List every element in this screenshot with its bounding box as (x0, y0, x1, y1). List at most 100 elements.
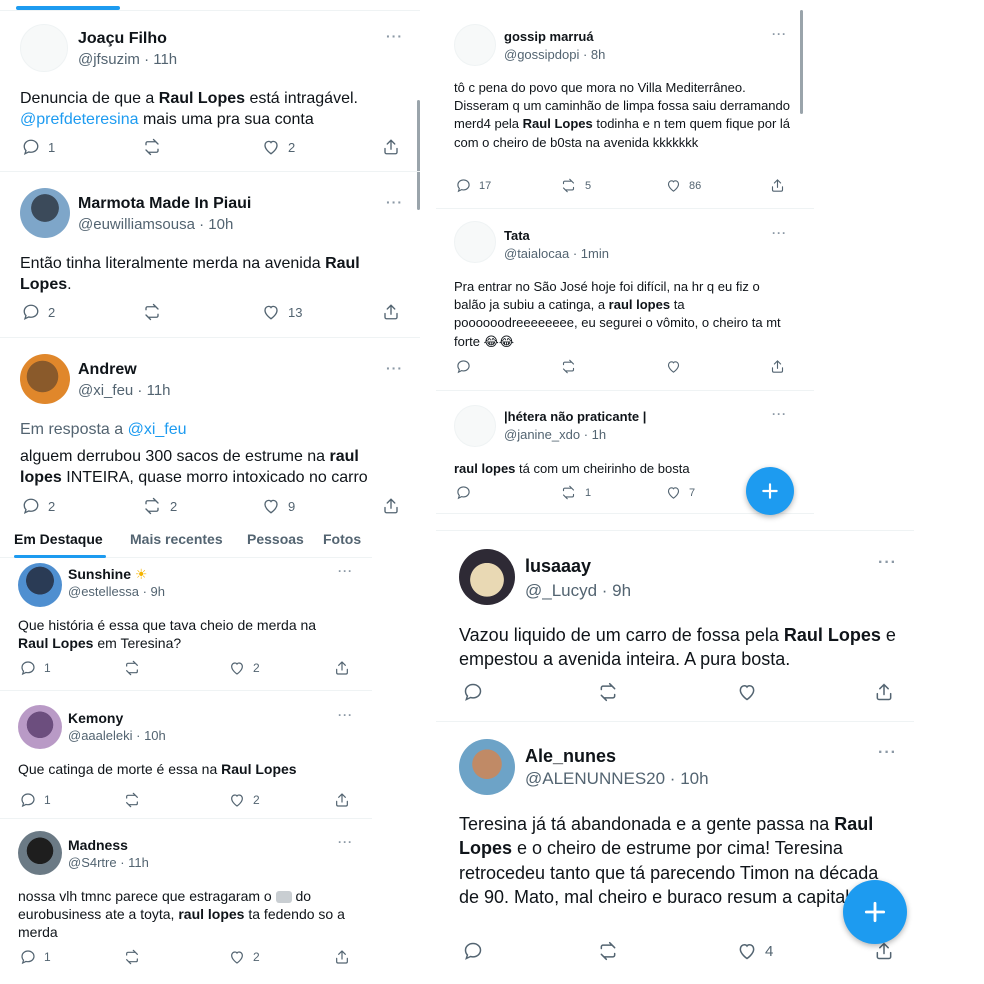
more-options-icon[interactable]: ··· (386, 28, 403, 44)
tweet[interactable]: Joaçu Filho @jfsuzim · 11h ··· Denuncia … (0, 12, 420, 172)
more-options-icon[interactable]: ··· (386, 360, 403, 376)
retweet-button[interactable]: 5 (560, 178, 591, 193)
like-button[interactable]: 2 (229, 660, 260, 676)
avatar[interactable] (20, 24, 68, 72)
author-name[interactable]: Madness (68, 837, 128, 853)
author-handle[interactable]: @euwilliamsousa · 10h (78, 216, 233, 233)
avatar[interactable] (20, 354, 70, 404)
reply-button[interactable] (456, 359, 479, 374)
author-name[interactable]: Marmota Made In Piaui (78, 195, 251, 213)
retweet-button[interactable] (123, 792, 141, 808)
author-name[interactable]: Tata (504, 228, 530, 243)
retweet-button[interactable] (123, 949, 141, 965)
avatar[interactable] (18, 563, 62, 607)
like-button[interactable] (666, 359, 689, 374)
avatar[interactable] (18, 705, 62, 749)
author-name[interactable]: Sunshine ☀ (68, 566, 147, 583)
tweet[interactable]: lusaaay @_Lucyd · 9h ··· Vazou liquido d… (436, 532, 914, 722)
reply-button[interactable]: 17 (456, 178, 491, 193)
author-handle[interactable]: @taialocaa · 1min (504, 246, 609, 261)
tweet[interactable]: Ale_nunes @ALENUNNES20 · 10h ··· Teresin… (436, 722, 914, 984)
tweet[interactable]: Andrew @xi_feu · 11h ··· Em resposta a @… (0, 338, 420, 524)
more-options-icon[interactable]: ··· (878, 744, 897, 762)
retweet-button[interactable] (142, 303, 170, 321)
author-handle[interactable]: @janine_xdo · 1h (504, 427, 606, 442)
retweet-button[interactable] (560, 359, 585, 374)
compose-tweet-button[interactable] (843, 880, 907, 944)
more-options-icon[interactable]: ··· (772, 226, 787, 240)
retweet-button[interactable] (597, 682, 619, 702)
avatar[interactable] (454, 24, 496, 66)
author-handle[interactable]: @_Lucyd · 9h (525, 581, 631, 601)
like-button[interactable]: 7 (666, 485, 695, 500)
reply-button[interactable]: 1 (20, 949, 51, 965)
author-name[interactable]: |hétera não praticante | (504, 409, 646, 424)
retweet-button[interactable] (123, 660, 141, 676)
like-button[interactable]: 2 (262, 138, 295, 156)
share-button[interactable] (770, 359, 785, 374)
tab-mais-recentes[interactable]: Mais recentes (130, 531, 223, 547)
share-button[interactable] (334, 949, 350, 965)
retweet-button[interactable]: 1 (560, 485, 591, 500)
author-name[interactable]: Kemony (68, 710, 123, 726)
share-button[interactable] (770, 178, 785, 193)
avatar[interactable] (18, 831, 62, 875)
tab-fotos[interactable]: Fotos (323, 531, 361, 547)
reply-button[interactable]: 1 (22, 138, 55, 156)
avatar[interactable] (459, 739, 515, 795)
author-handle[interactable]: @S4rtre · 11h (68, 855, 149, 870)
reply-button[interactable] (456, 485, 471, 500)
share-button[interactable] (874, 941, 894, 961)
like-button[interactable]: 2 (229, 949, 260, 965)
compose-tweet-button[interactable] (746, 467, 794, 515)
like-button[interactable]: 2 (229, 792, 260, 808)
tab-pessoas[interactable]: Pessoas (247, 531, 304, 547)
share-button[interactable] (382, 303, 400, 321)
author-name[interactable]: Joaçu Filho (78, 30, 167, 48)
more-options-icon[interactable]: ··· (386, 194, 403, 210)
author-handle[interactable]: @gossipdopi · 8h (504, 47, 605, 62)
tweet[interactable]: Marmota Made In Piaui @euwilliamsousa · … (0, 172, 420, 338)
like-button[interactable]: 86 (666, 178, 701, 193)
tab-em-destaque[interactable]: Em Destaque (14, 531, 103, 547)
author-name[interactable]: Andrew (78, 361, 137, 379)
reply-button[interactable]: 2 (22, 497, 55, 515)
mention-link[interactable]: @xi_feu (128, 421, 187, 438)
share-button[interactable] (334, 660, 350, 676)
avatar[interactable] (454, 405, 496, 447)
tweet[interactable]: Sunshine ☀ @estellessa · 9h ··· Que hist… (0, 559, 372, 691)
avatar[interactable] (454, 221, 496, 263)
share-button[interactable] (874, 682, 894, 702)
share-button[interactable] (382, 138, 400, 156)
avatar[interactable] (459, 549, 515, 605)
more-options-icon[interactable]: ··· (338, 564, 353, 578)
tweet[interactable]: gossip marruá @gossipdopi · 8h ··· tô c … (436, 14, 814, 209)
author-name[interactable]: lusaaay (525, 556, 591, 577)
author-handle[interactable]: @estellessa · 9h (68, 584, 165, 599)
mention-link[interactable]: @prefdeteresina (20, 111, 139, 128)
author-handle[interactable]: @ALENUNNES20 · 10h (525, 769, 709, 789)
tweet[interactable]: Kemony @aaaleleki · 10h ··· Que catinga … (0, 691, 372, 819)
like-button[interactable] (737, 682, 757, 702)
share-button[interactable] (334, 792, 350, 808)
retweet-button[interactable] (597, 941, 619, 961)
author-handle[interactable]: @jfsuzim · 11h (78, 51, 177, 68)
like-button[interactable]: 13 (262, 303, 302, 321)
reply-button[interactable]: 1 (20, 660, 51, 676)
share-button[interactable] (382, 497, 400, 515)
author-handle[interactable]: @aaaleleki · 10h (68, 728, 166, 743)
like-button[interactable]: 9 (262, 497, 295, 515)
tweet[interactable]: Tata @taialocaa · 1min ··· Pra entrar no… (436, 209, 814, 391)
more-options-icon[interactable]: ··· (338, 708, 353, 722)
more-options-icon[interactable]: ··· (772, 27, 787, 41)
reply-button[interactable] (463, 941, 483, 961)
reply-button[interactable]: 1 (20, 792, 51, 808)
avatar[interactable] (20, 188, 70, 238)
author-name[interactable]: gossip marruá (504, 29, 594, 44)
more-options-icon[interactable]: ··· (772, 407, 787, 421)
tweet[interactable]: Madness @S4rtre · 11h ··· nossa vlh tmnc… (0, 819, 372, 984)
retweet-button[interactable] (142, 138, 170, 156)
more-options-icon[interactable]: ··· (338, 835, 353, 849)
like-button[interactable]: 4 (737, 941, 773, 961)
more-options-icon[interactable]: ··· (878, 554, 897, 572)
